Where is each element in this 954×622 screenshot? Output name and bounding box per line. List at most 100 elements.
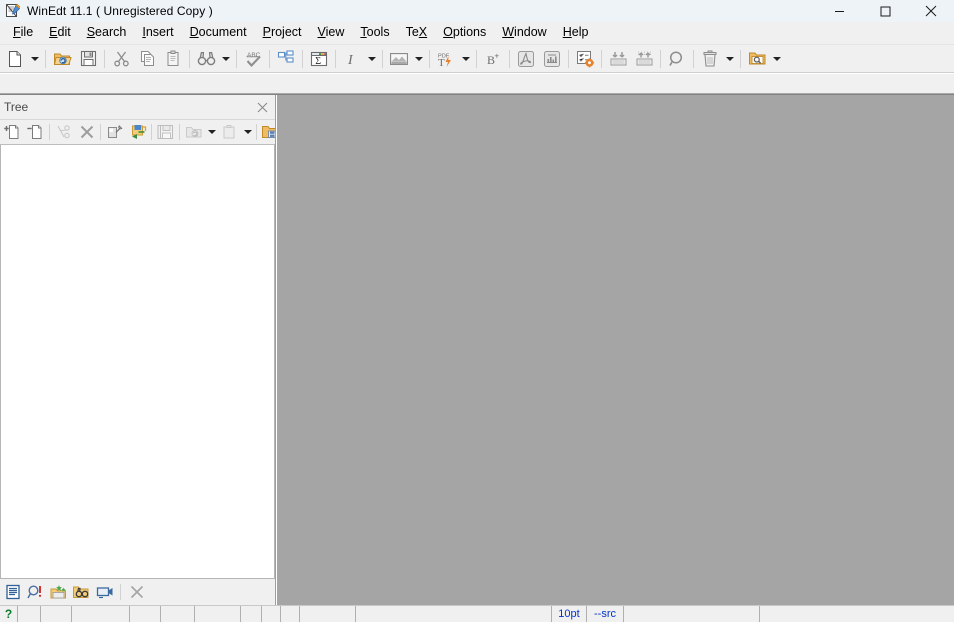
copy-button[interactable] xyxy=(134,47,160,71)
browse-folder-icon xyxy=(748,52,765,65)
save-all-button[interactable] xyxy=(154,121,177,143)
toolbar-separator xyxy=(429,49,430,68)
italic-icon: I xyxy=(347,53,354,68)
menu-view[interactable]: View xyxy=(310,23,353,43)
menu-insert[interactable]: Insert xyxy=(134,23,181,43)
add-document-button[interactable] xyxy=(1,121,24,143)
close-panel-button[interactable] xyxy=(125,581,148,603)
open-folder-icon xyxy=(53,53,72,65)
italic-button[interactable]: I xyxy=(339,47,365,71)
toolbar-separator xyxy=(740,49,741,68)
find-button[interactable] xyxy=(193,47,219,71)
open-recent-button[interactable] xyxy=(182,121,205,143)
remove-document-button[interactable] xyxy=(24,121,47,143)
paste-icon xyxy=(167,50,178,66)
svg-text:I: I xyxy=(347,53,354,68)
new-document-icon xyxy=(9,50,21,67)
browse-folder-button[interactable] xyxy=(744,47,770,71)
work-area: Tree xyxy=(0,94,954,605)
cut-button[interactable] xyxy=(108,47,134,71)
pin-document-button[interactable] xyxy=(103,121,126,143)
italic-dropdown[interactable] xyxy=(365,47,379,71)
delete-aux-dropdown[interactable] xyxy=(723,47,737,71)
math-symbols-button[interactable]: Σ xyxy=(306,47,332,71)
status-src-mode[interactable]: --src xyxy=(587,606,624,622)
menu-options[interactable]: Options xyxy=(435,23,494,43)
insert-graphic-button[interactable] xyxy=(386,47,412,71)
chevron-down-icon xyxy=(222,56,230,61)
toolbar-separator xyxy=(104,49,105,68)
main-toolbar: ABC Σ I PDF T B + xyxy=(0,45,954,73)
pdftex-compile-button[interactable]: PDF T xyxy=(433,47,459,71)
status-help-indicator[interactable]: ? xyxy=(0,606,18,622)
maximize-icon xyxy=(880,6,890,16)
title-bar: WinEdt 11.1 ( Unregistered Copy ) xyxy=(0,0,954,22)
menu-tools[interactable]: Tools xyxy=(352,23,397,43)
menu-edit[interactable]: Edit xyxy=(41,23,79,43)
close-button[interactable] xyxy=(908,0,954,22)
paste-button[interactable] xyxy=(160,47,186,71)
clipboard-dropdown[interactable] xyxy=(241,121,254,143)
status-bar: ? 10pt --src xyxy=(0,605,954,622)
acrobat-viewer-button[interactable] xyxy=(513,47,539,71)
refresh-tree-button[interactable] xyxy=(126,121,149,143)
maximize-button[interactable] xyxy=(862,0,908,22)
status-cell-5 xyxy=(161,606,195,622)
spellcheck-button[interactable]: ABC xyxy=(240,47,266,71)
tree-footer-separator xyxy=(120,584,121,600)
delete-aux-files-button[interactable] xyxy=(697,47,723,71)
menu-window[interactable]: Window xyxy=(494,23,554,43)
svg-text:T: T xyxy=(438,57,445,68)
open-recent-dropdown[interactable] xyxy=(205,121,218,143)
document-view-button[interactable] xyxy=(1,581,24,603)
log-search-button[interactable] xyxy=(664,47,690,71)
status-cell-14 xyxy=(624,606,760,622)
dvi-viewer-button[interactable] xyxy=(539,47,565,71)
bibtex-button[interactable]: B + xyxy=(480,47,506,71)
pdftex-dropdown[interactable] xyxy=(459,47,473,71)
minimize-button[interactable] xyxy=(816,0,862,22)
tree-panel-close-button[interactable] xyxy=(254,99,270,115)
save-button[interactable] xyxy=(75,47,101,71)
clipboard-button[interactable] xyxy=(218,121,241,143)
tree-content-area[interactable] xyxy=(0,145,275,578)
insert-graphic-dropdown[interactable] xyxy=(412,47,426,71)
mdi-client-area[interactable] xyxy=(276,95,954,605)
folder-find-button[interactable] xyxy=(70,581,93,603)
toolbar-separator xyxy=(189,49,190,68)
preview-monitor-icon xyxy=(96,587,112,599)
clear-tree-button[interactable] xyxy=(75,121,98,143)
status-font-size[interactable]: 10pt xyxy=(552,606,587,622)
tree-toolbar-separator xyxy=(100,124,101,140)
folder-new-button[interactable] xyxy=(47,581,70,603)
branch-button[interactable] xyxy=(52,121,75,143)
menu-project[interactable]: Project xyxy=(255,23,310,43)
menu-help[interactable]: Help xyxy=(555,23,597,43)
toolbar-separator xyxy=(693,49,694,68)
forward-search-button[interactable] xyxy=(605,47,631,71)
tree-toolbar-separator xyxy=(49,124,50,140)
find-dropdown[interactable] xyxy=(219,47,233,71)
menu-document[interactable]: Document xyxy=(182,23,255,43)
tree-panel-title: Tree xyxy=(4,100,29,114)
acrobat-viewer-icon xyxy=(518,50,534,67)
accessories-config-icon xyxy=(576,50,594,67)
browse-folder-dropdown[interactable] xyxy=(770,47,784,71)
menu-file[interactable]: File xyxy=(5,23,41,43)
log-search-icon xyxy=(669,50,683,66)
refresh-tree-icon xyxy=(131,125,146,139)
new-document-dropdown[interactable] xyxy=(28,47,42,71)
open-folder-button[interactable] xyxy=(49,47,75,71)
inverse-search-button[interactable] xyxy=(631,47,657,71)
document-tree-button[interactable] xyxy=(273,47,299,71)
dvi-viewer-icon xyxy=(544,50,560,67)
new-document-button[interactable] xyxy=(2,47,28,71)
project-folder-button[interactable] xyxy=(259,121,275,143)
accessories-config-button[interactable] xyxy=(572,47,598,71)
menu-search[interactable]: Search xyxy=(79,23,135,43)
folder-find-icon xyxy=(73,586,89,598)
menu-tex[interactable]: TeX xyxy=(398,23,436,43)
preview-monitor-button[interactable] xyxy=(93,581,116,603)
pin-document-icon xyxy=(108,125,123,138)
search-alert-button[interactable] xyxy=(24,581,47,603)
